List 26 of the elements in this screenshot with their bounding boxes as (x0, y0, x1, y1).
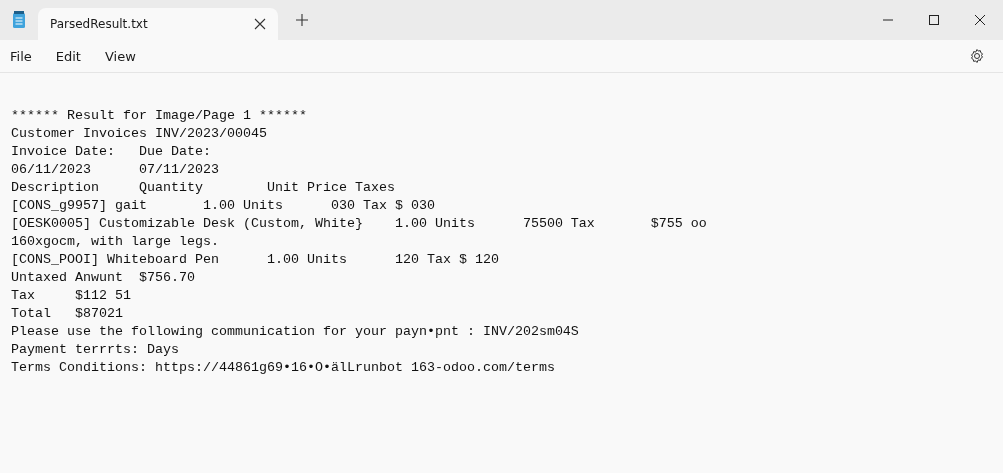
menu-item[interactable]: Edit (55, 48, 81, 64)
menu-item[interactable]: File (10, 48, 32, 64)
text-line: [OESK0005] Customizable Desk (Custom, White} 1.00 Units 75500 Tax $755 oo (11, 215, 708, 233)
tab-title: ParsedResult.txt (50, 17, 148, 31)
text-line: Description Quantity Unit Price Taxes (11, 179, 396, 197)
close-icon[interactable] (254, 18, 266, 30)
text-line: ****** Result for Image/Page 1 ****** (11, 107, 308, 125)
settings-icon[interactable] (969, 48, 985, 64)
notepad-icon (12, 11, 26, 29)
text-line: [CONS_g9957] gait 1.00 Units 030 Tax $ 030 (11, 197, 436, 215)
file-tab[interactable]: ParsedResult.txt (38, 8, 278, 40)
menu-item[interactable]: View (104, 48, 136, 64)
text-line: Payment terrrts: Days (11, 341, 180, 359)
maximize-icon[interactable] (928, 14, 940, 26)
close-icon[interactable] (974, 14, 986, 26)
text-line: 160xgocm, with large legs. (11, 233, 220, 251)
text-line: Customer Invoices INV/2023/00045 (11, 125, 268, 143)
add-tab-icon[interactable] (296, 14, 308, 26)
text-line: Untaxed Anwunt $756.70 (11, 269, 196, 287)
text-line: [CONS_POOI] Whiteboard Pen 1.00 Units 120 Tax $ 120 (11, 251, 500, 269)
text-line: Invoice Date: Due Date: (11, 143, 212, 161)
text-line: Terms Conditions: https://44861g69•16•O•älLrunbot 163-odoo.com/terms (11, 359, 556, 377)
text-line: Please use the following communication for your payn•pnt : INV/202sm04S (11, 323, 580, 341)
text-line: Tax $112 51 (11, 287, 132, 305)
text-line: 06/11/2023 07/11/2023 (11, 161, 220, 179)
text-line: Total $87021 (11, 305, 124, 323)
